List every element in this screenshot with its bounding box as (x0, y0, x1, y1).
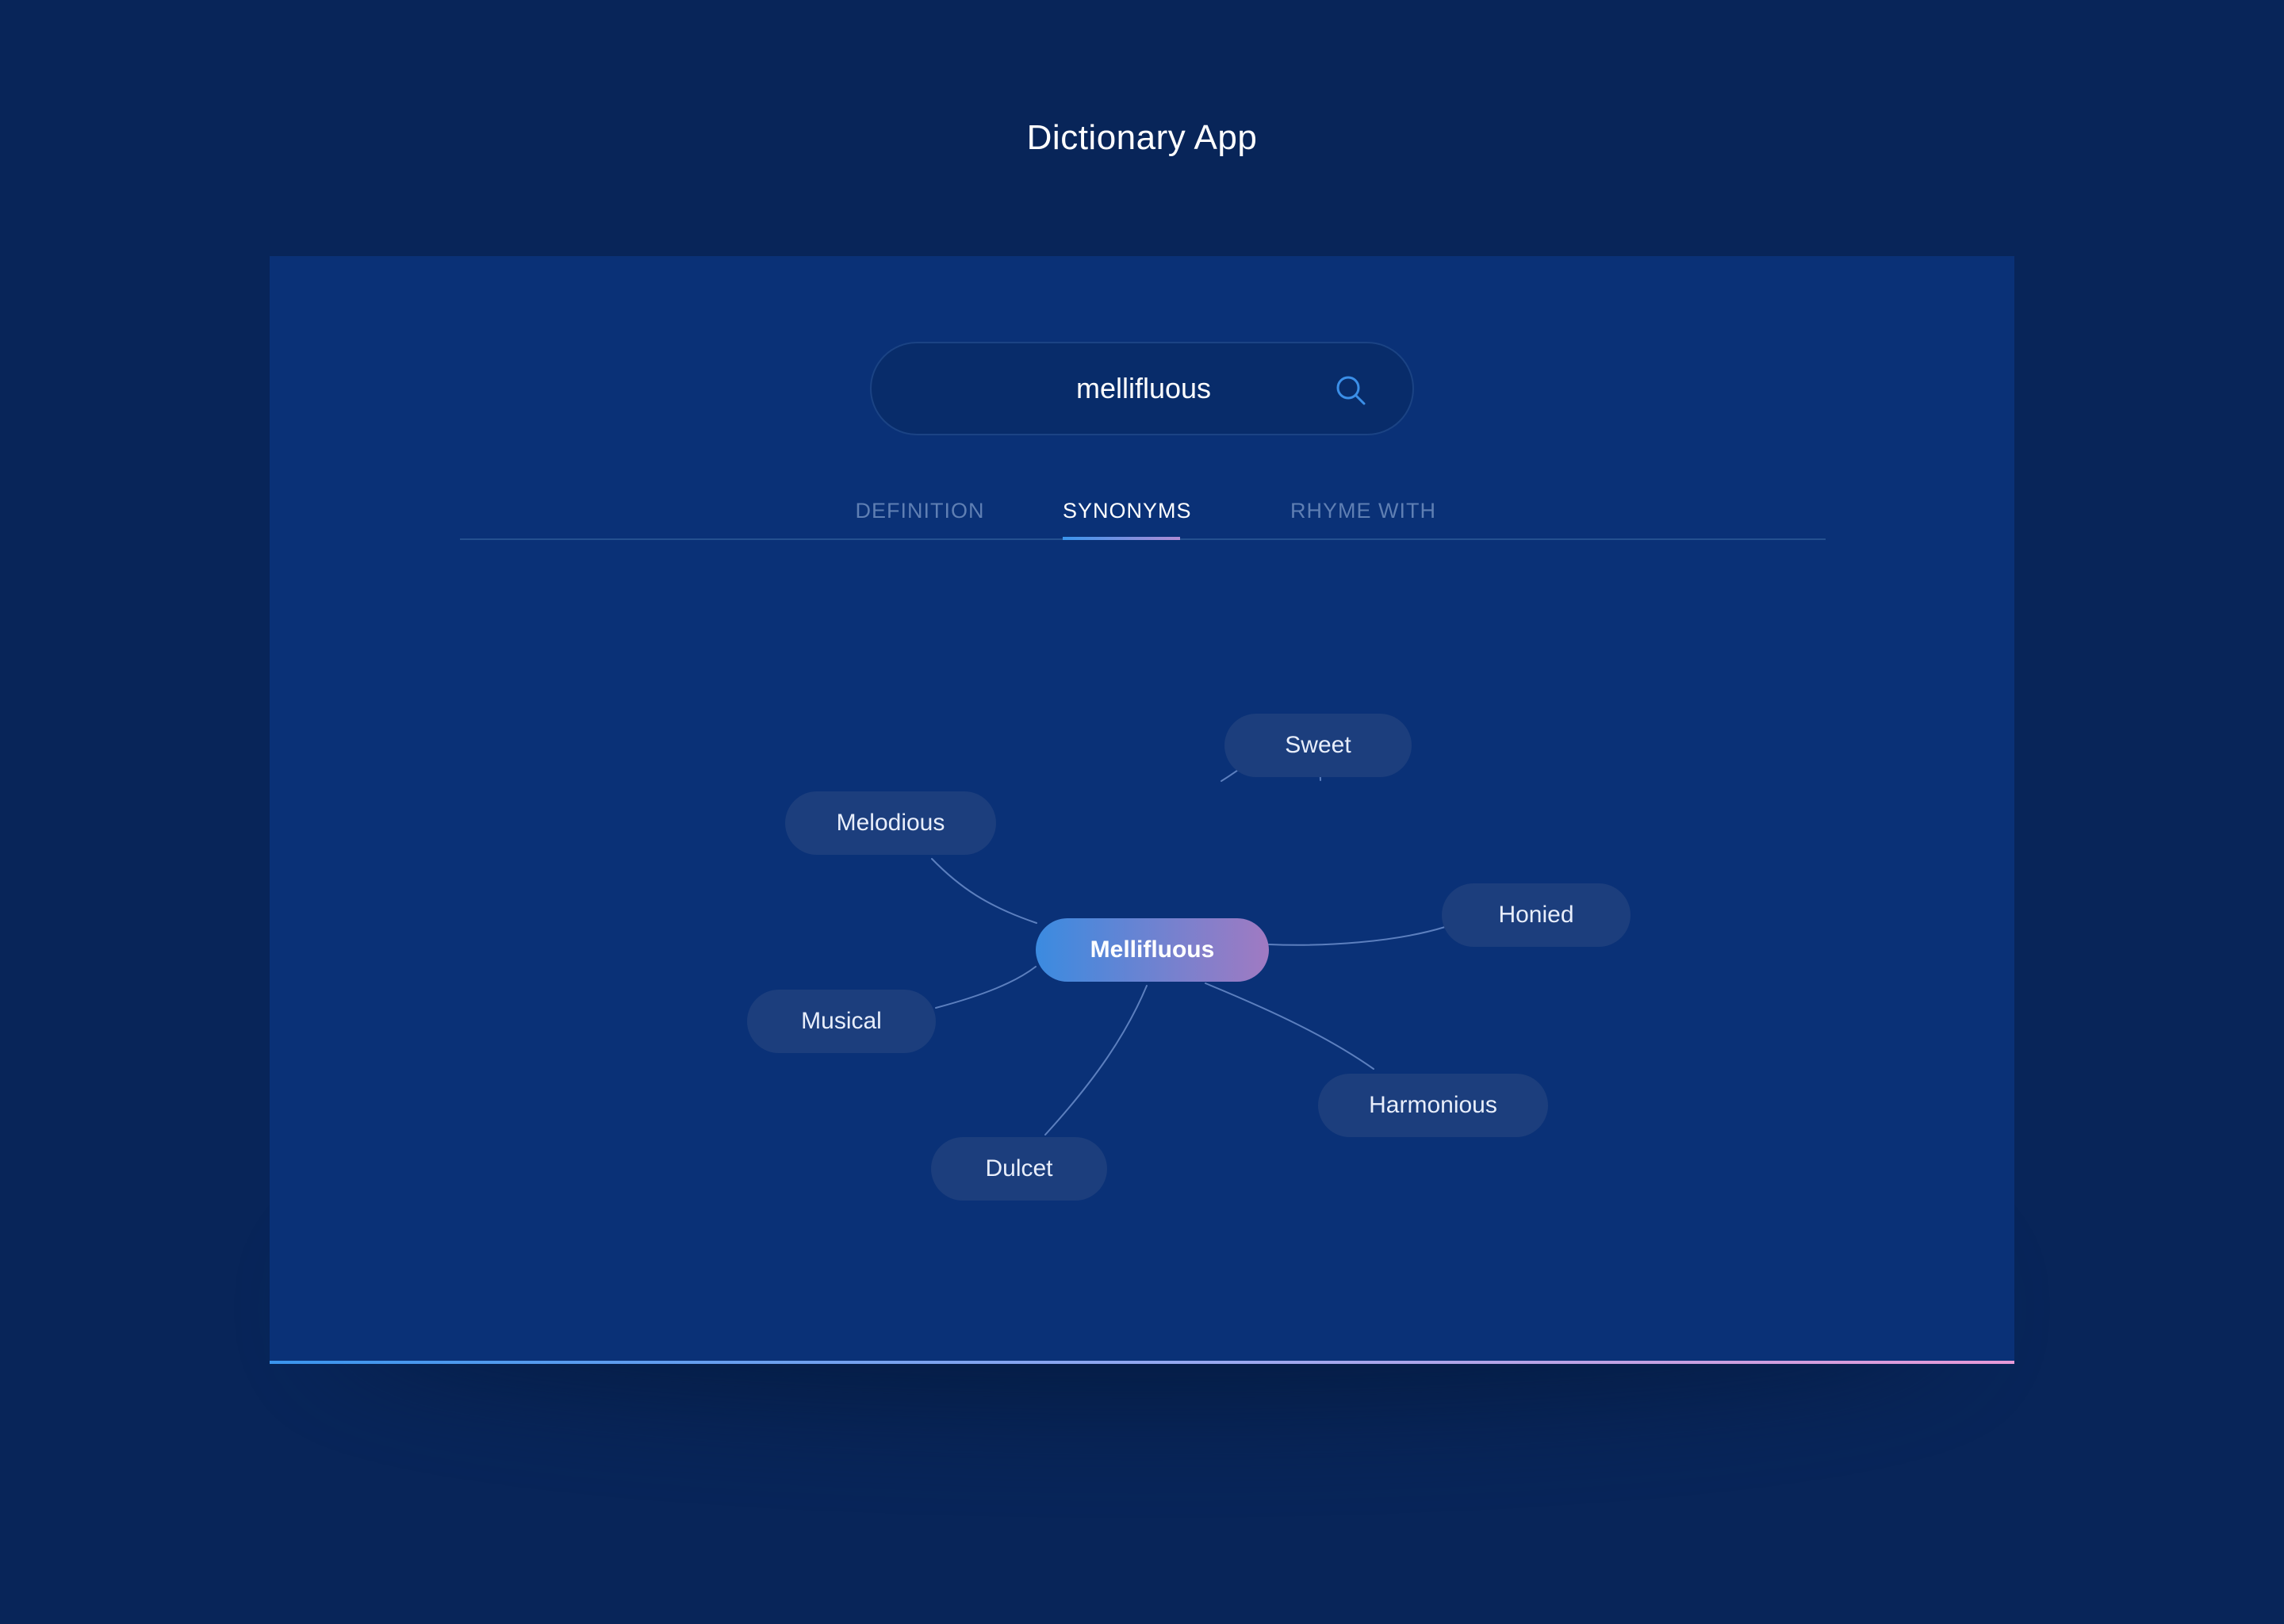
connector-harmonious (1205, 982, 1374, 1070)
connector-dulcet (1044, 985, 1148, 1136)
connector-musical (935, 966, 1037, 1009)
center-word-node[interactable]: Mellifluous (1036, 918, 1269, 982)
panel-accent-bar (270, 1361, 2014, 1364)
synonym-graph: Sweet Melodious Honied Musical Harmoniou… (270, 256, 2014, 1364)
synonym-node-sweet[interactable]: Sweet (1224, 714, 1412, 777)
app-title: Dictionary App (1026, 118, 1258, 157)
synonym-node-musical[interactable]: Musical (747, 990, 936, 1053)
synonym-node-harmonious[interactable]: Harmonious (1318, 1074, 1548, 1137)
connector-melodious (931, 858, 1037, 924)
connector-honied (1268, 926, 1446, 946)
synonym-node-dulcet[interactable]: Dulcet (931, 1137, 1107, 1201)
synonym-connectors (931, 734, 1446, 1136)
synonym-node-melodious[interactable]: Melodious (785, 791, 996, 855)
main-panel: DEFINITION SYNONYMS RHYME WITH Sweet Mel… (270, 256, 2014, 1364)
synonym-node-honied[interactable]: Honied (1442, 883, 1631, 947)
